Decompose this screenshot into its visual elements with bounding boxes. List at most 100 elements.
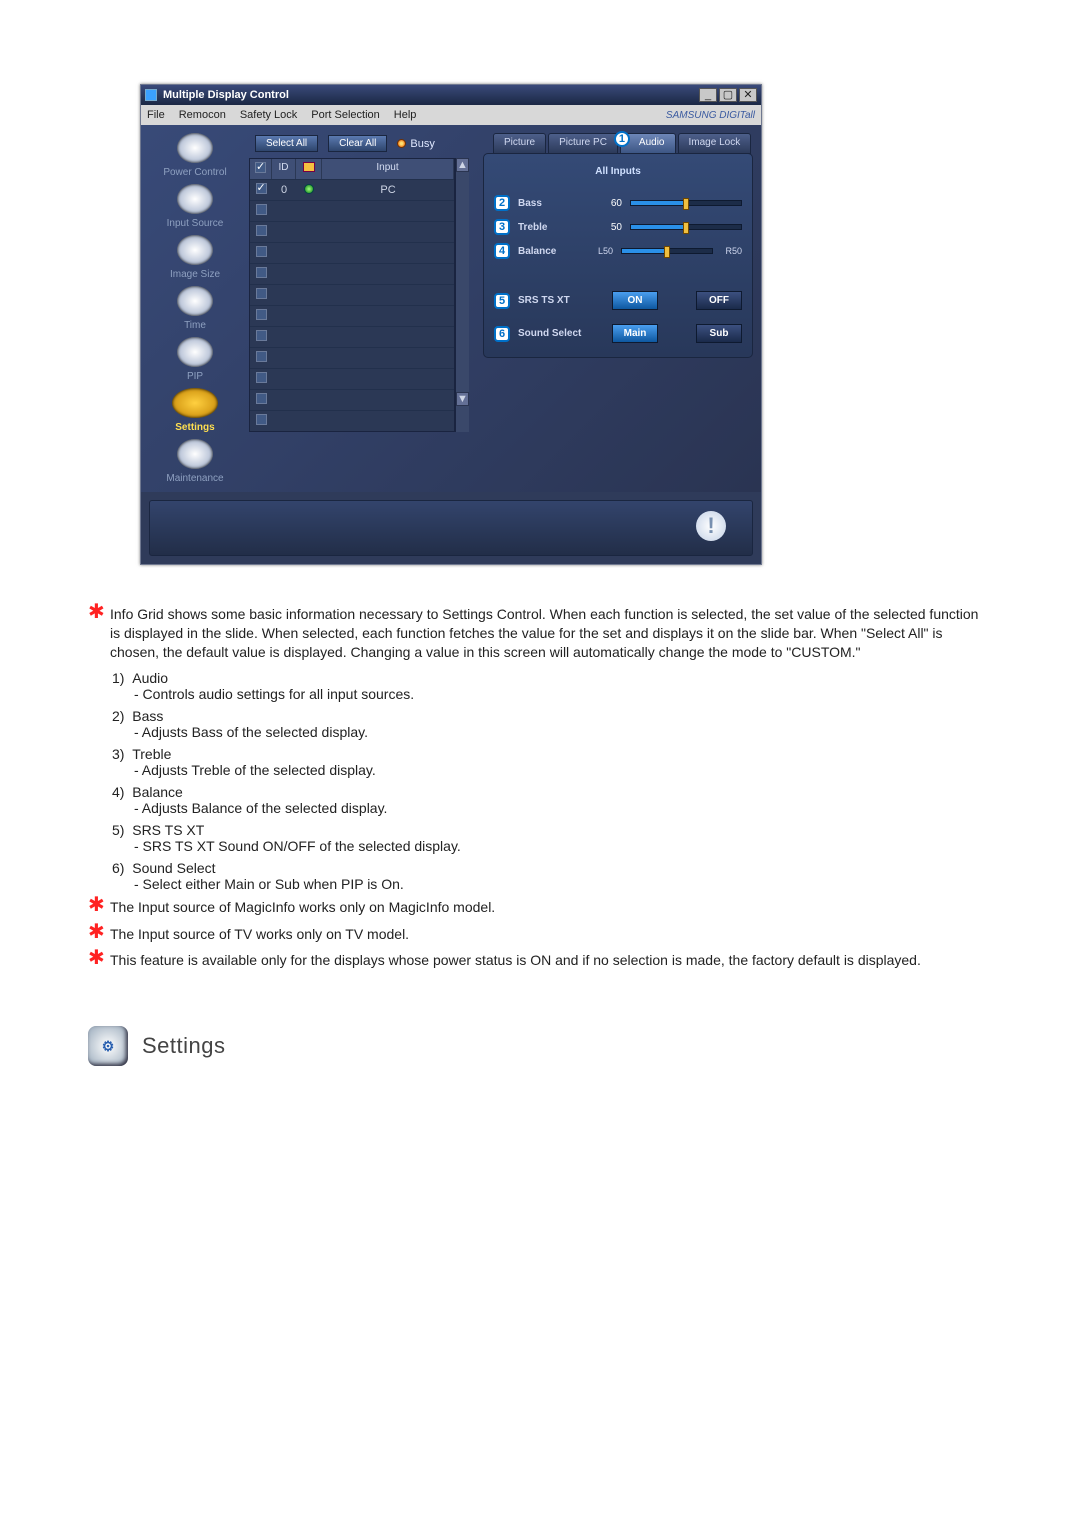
tab-image-lock[interactable]: Image Lock bbox=[678, 133, 752, 154]
settings-icon[interactable] bbox=[172, 388, 218, 418]
table-row[interactable] bbox=[250, 284, 454, 305]
item-number: 3) bbox=[112, 746, 124, 762]
sidebar-label: Settings bbox=[175, 422, 214, 433]
sidebar-label: PIP bbox=[187, 371, 203, 382]
slider-value: 50 bbox=[594, 222, 622, 233]
slider-label: Treble bbox=[518, 222, 586, 233]
close-button[interactable]: ✕ bbox=[739, 88, 757, 102]
sidebar-label: Image Size bbox=[170, 269, 220, 280]
minimize-button[interactable]: _ bbox=[699, 88, 717, 102]
row-checkbox[interactable] bbox=[256, 372, 267, 383]
callout-badge-1: 1 bbox=[614, 131, 630, 147]
image-size-icon[interactable] bbox=[177, 235, 213, 265]
slider-track[interactable] bbox=[630, 200, 742, 206]
table-row[interactable] bbox=[250, 368, 454, 389]
table-row[interactable] bbox=[250, 347, 454, 368]
row-checkbox[interactable] bbox=[256, 309, 267, 320]
sidebar-label: Time bbox=[184, 320, 206, 331]
intro-text: Info Grid shows some basic information n… bbox=[110, 605, 992, 662]
slider-track[interactable] bbox=[630, 224, 742, 230]
table-row[interactable] bbox=[250, 221, 454, 242]
menu-help[interactable]: Help bbox=[394, 109, 417, 121]
row-checkbox[interactable] bbox=[256, 393, 267, 404]
slider-track[interactable] bbox=[621, 248, 713, 254]
maximize-button[interactable]: ▢ bbox=[719, 88, 737, 102]
star-icon: ✱ bbox=[88, 605, 110, 662]
sidebar-label: Maintenance bbox=[166, 473, 223, 484]
menu-file[interactable]: File bbox=[147, 109, 165, 121]
pip-icon[interactable] bbox=[177, 337, 213, 367]
time-icon[interactable] bbox=[177, 286, 213, 316]
titlebar[interactable]: Multiple Display Control _ ▢ ✕ bbox=[141, 85, 761, 105]
note-text: The Input source of TV works only on TV … bbox=[110, 925, 992, 944]
power-control-icon[interactable] bbox=[177, 133, 213, 163]
maintenance-icon[interactable] bbox=[177, 439, 213, 469]
callout-badge: 6 bbox=[494, 326, 510, 342]
row-checkbox[interactable] bbox=[256, 246, 267, 257]
item-number: 6) bbox=[112, 860, 124, 876]
item-number: 2) bbox=[112, 708, 124, 724]
busy-led-icon bbox=[397, 139, 406, 148]
slider-label: Bass bbox=[518, 198, 586, 209]
note-text: The Input source of MagicInfo works only… bbox=[110, 898, 992, 917]
clear-all-button[interactable]: Clear All bbox=[328, 135, 387, 152]
grid-scrollbar[interactable]: ▲ ▼ bbox=[455, 158, 469, 432]
item-title: Sound Select bbox=[132, 860, 215, 876]
toggle-on-button[interactable]: Main bbox=[612, 324, 658, 343]
scroll-up-button[interactable]: ▲ bbox=[456, 158, 469, 172]
slider-thumb[interactable] bbox=[664, 246, 670, 258]
table-row[interactable] bbox=[250, 200, 454, 221]
toggle-on-button[interactable]: ON bbox=[612, 291, 658, 310]
toggle-off-button[interactable]: OFF bbox=[696, 291, 742, 310]
tab-picture[interactable]: Picture bbox=[493, 133, 546, 154]
row-checkbox[interactable] bbox=[256, 225, 267, 236]
tab-picture-pc[interactable]: Picture PC bbox=[548, 133, 618, 154]
row-checkbox[interactable] bbox=[256, 204, 267, 215]
table-row[interactable] bbox=[250, 389, 454, 410]
menu-remocon[interactable]: Remocon bbox=[179, 109, 226, 121]
table-row[interactable] bbox=[250, 242, 454, 263]
callout-badge: 5 bbox=[494, 293, 510, 309]
row-input: PC bbox=[322, 184, 454, 196]
item-desc: - Adjusts Treble of the selected display… bbox=[134, 762, 992, 778]
scroll-down-button[interactable]: ▼ bbox=[456, 392, 469, 406]
table-row[interactable] bbox=[250, 410, 454, 431]
select-all-button[interactable]: Select All bbox=[255, 135, 318, 152]
item-title: Bass bbox=[132, 708, 163, 724]
callout-badge: 3 bbox=[494, 219, 510, 235]
row-id: 0 bbox=[272, 184, 296, 196]
menu-safety-lock[interactable]: Safety Lock bbox=[240, 109, 297, 121]
row-checkbox[interactable] bbox=[256, 351, 267, 362]
menubar: File Remocon Safety Lock Port Selection … bbox=[141, 105, 761, 125]
settings-section-icon: ⚙ bbox=[88, 1026, 128, 1066]
grid-header-input[interactable]: Input bbox=[322, 159, 454, 179]
row-checkbox[interactable] bbox=[256, 267, 267, 278]
row-checkbox[interactable] bbox=[256, 330, 267, 341]
item-desc: - Adjusts Balance of the selected displa… bbox=[134, 800, 992, 816]
toggle-label: Sound Select bbox=[518, 328, 586, 339]
status-bar: ! bbox=[149, 500, 753, 556]
item-title: Balance bbox=[132, 784, 183, 800]
row-checkbox[interactable] bbox=[256, 183, 267, 194]
grid-header-status[interactable] bbox=[296, 159, 322, 179]
item-number: 1) bbox=[112, 670, 124, 686]
table-row[interactable] bbox=[250, 305, 454, 326]
table-row[interactable] bbox=[250, 263, 454, 284]
grid-header-check[interactable] bbox=[250, 159, 272, 179]
table-row[interactable] bbox=[250, 326, 454, 347]
item-title: SRS TS XT bbox=[132, 822, 204, 838]
slider-thumb[interactable] bbox=[683, 222, 689, 234]
table-row[interactable]: 0 PC bbox=[250, 179, 454, 200]
busy-indicator: Busy bbox=[397, 138, 434, 150]
sidebar-label: Power Control bbox=[163, 167, 226, 178]
menu-port-selection[interactable]: Port Selection bbox=[311, 109, 379, 121]
row-checkbox[interactable] bbox=[256, 288, 267, 299]
grid-header-id[interactable]: ID bbox=[272, 159, 296, 179]
slider-thumb[interactable] bbox=[683, 198, 689, 210]
toggle-off-button[interactable]: Sub bbox=[696, 324, 742, 343]
brand-label: SAMSUNG DIGITall bbox=[666, 110, 755, 121]
input-source-icon[interactable] bbox=[177, 184, 213, 214]
row-checkbox[interactable] bbox=[256, 414, 267, 425]
window-title: Multiple Display Control bbox=[163, 89, 699, 101]
star-icon: ✱ bbox=[88, 951, 110, 970]
